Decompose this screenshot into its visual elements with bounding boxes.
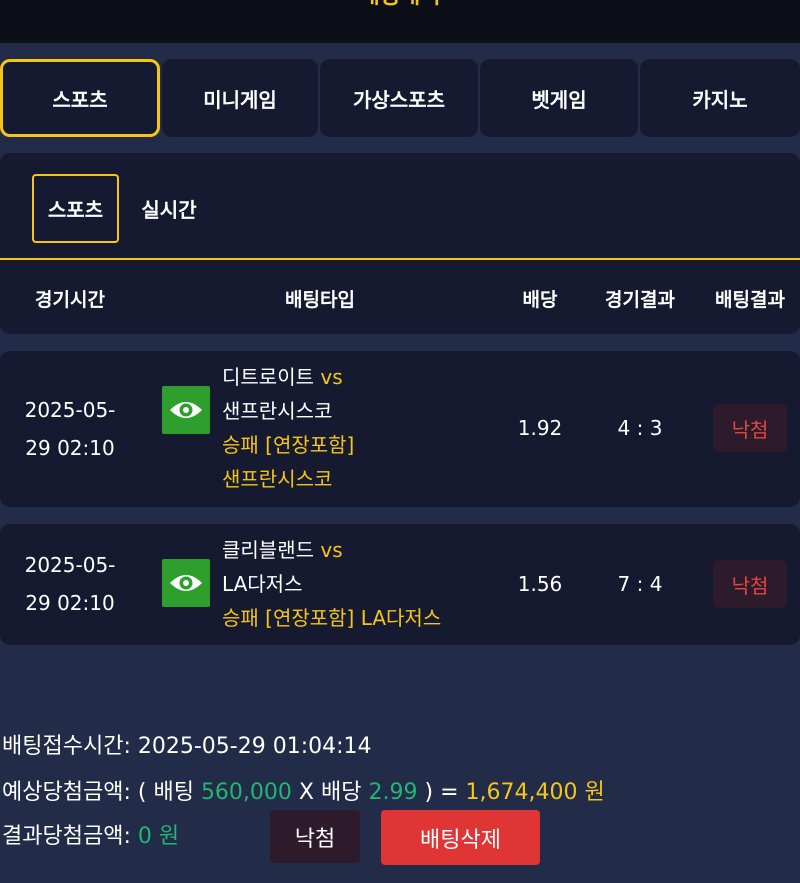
bet-type: 디트로이트 vs 샌프란시스코 승패 [연장포함] 샌프란시스코 <box>222 360 502 496</box>
bet-row: 2025-05- 29 02:10 클리블랜드 vs LA다저스 승패 [연장포… <box>0 524 800 645</box>
page-title: 배팅내역 <box>0 0 800 10</box>
game-time: 2025-05- 29 02:10 <box>0 391 140 467</box>
subtab-live[interactable]: 실시간 <box>128 174 210 243</box>
bet-history-panel: 스포츠 실시간 경기시간 배팅타입 배당 경기결과 배팅결과 <box>0 153 800 334</box>
bet-label: 배팅 <box>153 780 194 805</box>
eye-icon[interactable] <box>162 559 210 607</box>
column-header-score: 경기결과 <box>605 288 675 311</box>
odds-value: 1.92 <box>517 416 563 440</box>
tab-sports[interactable]: 스포츠 <box>0 59 160 137</box>
received-time-line: 배팅접수시간: 2025-05-29 01:04:14 <box>2 728 372 760</box>
received-label: 배팅접수시간: <box>2 734 131 759</box>
bet-market: 승패 [연장포함] <box>222 433 355 457</box>
eye-icon[interactable] <box>162 386 210 434</box>
expected-label: 예상당첨금액: <box>2 780 131 805</box>
tab-minigame[interactable]: 미니게임 <box>162 59 318 137</box>
status-button[interactable]: 낙첨 <box>270 810 360 863</box>
result-win-line: 결과당첨금액: 0 원 <box>2 818 179 850</box>
vs-label: vs <box>320 538 343 562</box>
vs-label: vs <box>320 365 343 389</box>
odds-value: 1.56 <box>517 572 563 596</box>
result-amount: 0 원 <box>137 824 180 849</box>
bet-amount: 560,000 <box>200 780 292 805</box>
game-time: 2025-05- 29 02:10 <box>0 546 140 622</box>
column-header-odds: 배당 <box>522 288 558 311</box>
score-value: 7 : 4 <box>617 572 663 596</box>
column-header-result: 배팅결과 <box>715 288 785 311</box>
away-team: 샌프란시스코 <box>222 399 333 423</box>
category-tabs: 스포츠 미니게임 가상스포츠 벳게임 카지노 <box>0 59 800 137</box>
column-header-type: 배팅타입 <box>285 288 355 311</box>
home-team: 디트로이트 <box>222 365 314 389</box>
bet-type: 클리블랜드 vs LA다저스 승패 [연장포함] LA다저스 <box>222 533 502 635</box>
bet-row: 2025-05- 29 02:10 디트로이트 vs 샌프란시스코 승패 [연장… <box>0 351 800 507</box>
subtab-sports[interactable]: 스포츠 <box>32 174 119 243</box>
top-header: 배팅내역 <box>0 0 800 43</box>
game-date: 2025-05- <box>24 398 116 422</box>
result-badge: 낙첨 <box>713 404 787 452</box>
tab-casino[interactable]: 카지노 <box>640 59 800 137</box>
game-date: 2025-05- <box>24 553 116 577</box>
received-value: 2025-05-29 01:04:14 <box>137 734 372 759</box>
tab-virtual-sports[interactable]: 가상스포츠 <box>320 59 478 137</box>
odds-label: 배당 <box>321 780 362 805</box>
game-clock: 29 02:10 <box>25 591 115 615</box>
game-clock: 29 02:10 <box>25 436 115 460</box>
home-team: 클리블랜드 <box>222 538 314 562</box>
delete-bet-button[interactable]: 배팅삭제 <box>381 810 540 865</box>
result-label: 결과당첨금액: <box>2 824 131 849</box>
bet-pick: 샌프란시스코 <box>222 467 333 491</box>
bet-market-pick: 승패 [연장포함] LA다저스 <box>222 606 442 630</box>
result-badge: 낙첨 <box>713 560 787 608</box>
total-odds: 2.99 <box>368 780 418 805</box>
score-value: 4 : 3 <box>617 416 663 440</box>
column-header-time: 경기시간 <box>35 288 105 311</box>
away-team: LA다저스 <box>222 572 303 596</box>
expected-win-line: 예상당첨금액: ( 배팅 560,000 X 배당 2.99 ) = 1,674… <box>2 780 605 805</box>
tab-betgame[interactable]: 벳게임 <box>480 59 638 137</box>
expected-amount: 1,674,400 원 <box>465 780 605 805</box>
header-divider <box>0 258 800 260</box>
